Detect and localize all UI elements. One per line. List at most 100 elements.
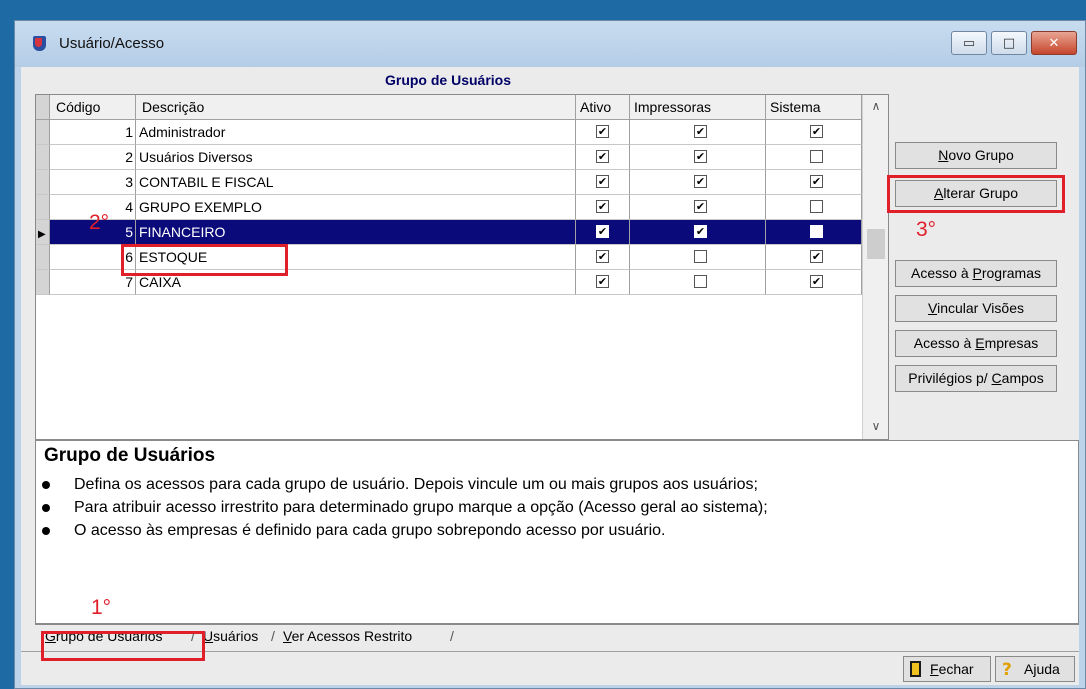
header-indicator-cell <box>36 95 50 119</box>
info-panel: Grupo de Usuários Defina os acessos para… <box>35 440 1079 624</box>
imp-cell: ✔ <box>630 195 766 220</box>
imp-cell: ✔ <box>630 145 766 170</box>
row-indicator-cell[interactable]: ▶ <box>36 220 50 245</box>
impressoras-checkbox[interactable]: ✔ <box>694 200 707 213</box>
row-indicator-cell[interactable] <box>36 170 50 195</box>
sistema-checkbox[interactable]: ✔ <box>810 125 823 138</box>
tab-separator: / <box>191 628 195 644</box>
vincular-visoes-button[interactable]: Vincular Visões <box>895 295 1057 322</box>
checkmark-icon: ✔ <box>811 250 822 263</box>
imp-cell: ✔ <box>630 170 766 195</box>
exit-door-icon <box>910 661 921 677</box>
info-item: Para atribuir acesso irrestrito para det… <box>42 499 768 517</box>
column-header-descricao[interactable]: Descrição <box>136 95 576 119</box>
table-row[interactable]: ▶ 5 FINANCEIRO ✔ ✔ <box>36 220 862 245</box>
impressoras-checkbox[interactable]: ✔ <box>694 125 707 138</box>
ativo-checkbox[interactable]: ✔ <box>596 200 609 213</box>
tab-separator: / <box>450 628 454 644</box>
table-row[interactable]: 7 CAIXA ✔ ✔ <box>36 270 862 295</box>
impressoras-checkbox[interactable] <box>694 250 707 263</box>
row-indicator-cell[interactable] <box>36 270 50 295</box>
ativo-checkbox[interactable]: ✔ <box>596 175 609 188</box>
checkmark-icon: ✔ <box>597 175 608 188</box>
checkmark-icon: ✔ <box>695 225 706 238</box>
ativo-checkbox[interactable]: ✔ <box>596 125 609 138</box>
column-header-ativo[interactable]: Ativo <box>576 95 630 119</box>
tab-strip: Grupo de Usuários / Usuários / Ver Acess… <box>35 624 1079 649</box>
ativo-checkbox[interactable]: ✔ <box>596 150 609 163</box>
annotation-label-2: 2° <box>89 211 110 234</box>
impressoras-checkbox[interactable]: ✔ <box>694 175 707 188</box>
sis-cell: ✔ <box>766 120 862 145</box>
impressoras-checkbox[interactable]: ✔ <box>694 225 707 238</box>
checkmark-icon: ✔ <box>597 250 608 263</box>
grid-scrollbar[interactable]: ∧ ∨ <box>862 95 888 439</box>
impressoras-checkbox[interactable]: ✔ <box>694 150 707 163</box>
sistema-checkbox[interactable]: ✔ <box>810 175 823 188</box>
scroll-up-icon[interactable]: ∧ <box>863 95 888 117</box>
table-row[interactable]: 2 Usuários Diversos ✔ ✔ <box>36 145 862 170</box>
table-row[interactable]: 1 Administrador ✔ ✔ ✔ <box>36 120 862 145</box>
checkmark-icon: ✔ <box>695 200 706 213</box>
table-row[interactable]: 3 CONTABIL E FISCAL ✔ ✔ ✔ <box>36 170 862 195</box>
maximize-button[interactable]: □ <box>991 31 1027 55</box>
window-title: Usuário/Acesso <box>59 35 165 52</box>
tab-ver-acessos-restrito[interactable]: Ver Acessos Restrito <box>283 625 412 647</box>
ativo-checkbox[interactable]: ✔ <box>596 225 609 238</box>
fechar-button[interactable]: Fechar <box>903 656 991 682</box>
descricao-cell: GRUPO EXEMPLO <box>136 195 576 220</box>
groups-grid[interactable]: Código Descrição Ativo Impressoras Siste… <box>35 94 889 440</box>
acesso-empresas-button[interactable]: Acesso à Empresas <box>895 330 1057 357</box>
codigo-cell: 7 <box>50 270 136 295</box>
minimize-button[interactable]: ▭ <box>951 31 987 55</box>
privilegios-campos-button[interactable]: Privilégios p/ Campos <box>895 365 1057 392</box>
checkmark-icon: ✔ <box>597 150 608 163</box>
checkmark-icon: ✔ <box>597 200 608 213</box>
row-indicator-cell[interactable] <box>36 145 50 170</box>
main-window: Usuário/Acesso ▭ □ ✕ Grupo de Usuários C… <box>14 20 1086 689</box>
ativo-cell: ✔ <box>576 270 630 295</box>
tab-grupo-de-usuarios[interactable]: Grupo de Usuários <box>45 625 163 647</box>
grid-caption: Grupo de Usuários <box>384 72 512 88</box>
info-title: Grupo de Usuários <box>44 445 216 466</box>
table-row[interactable]: 6 ESTOQUE ✔ ✔ <box>36 245 862 270</box>
scroll-thumb[interactable] <box>867 229 885 259</box>
ativo-checkbox[interactable]: ✔ <box>596 275 609 288</box>
checkmark-icon: ✔ <box>597 225 608 238</box>
sistema-checkbox[interactable] <box>810 200 823 213</box>
ativo-cell: ✔ <box>576 120 630 145</box>
sistema-checkbox[interactable]: ✔ <box>810 275 823 288</box>
novo-grupo-button[interactable]: Novo Grupo <box>895 142 1057 169</box>
sis-cell: ✔ <box>766 170 862 195</box>
sistema-checkbox[interactable]: ✔ <box>810 250 823 263</box>
descricao-cell: Usuários Diversos <box>136 145 576 170</box>
info-item: Defina os acessos para cada grupo de usu… <box>42 476 758 494</box>
ativo-checkbox[interactable]: ✔ <box>596 250 609 263</box>
column-header-impressoras[interactable]: Impressoras <box>630 95 766 119</box>
acesso-programas-button[interactable]: Acesso à Programas <box>895 260 1057 287</box>
app-shield-icon <box>33 36 46 51</box>
imp-cell <box>630 270 766 295</box>
tab-usuarios[interactable]: Usuários <box>203 625 258 647</box>
alterar-grupo-button[interactable]: Alterar Grupo <box>895 180 1057 207</box>
column-header-sistema[interactable]: Sistema <box>766 95 862 119</box>
sis-cell: ✔ <box>766 270 862 295</box>
close-icon: ✕ <box>1048 35 1060 51</box>
descricao-cell: CAIXA <box>136 270 576 295</box>
table-row[interactable]: 4 GRUPO EXEMPLO ✔ ✔ <box>36 195 862 220</box>
sistema-checkbox[interactable] <box>810 225 823 238</box>
ajuda-button[interactable]: ? Ajuda <box>995 656 1075 682</box>
column-header-codigo[interactable]: Código <box>50 95 136 119</box>
row-indicator-cell[interactable] <box>36 195 50 220</box>
imp-cell: ✔ <box>630 220 766 245</box>
close-button[interactable]: ✕ <box>1031 31 1077 55</box>
scroll-down-icon[interactable]: ∨ <box>863 415 888 437</box>
row-indicator-cell[interactable] <box>36 120 50 145</box>
title-bar[interactable]: Usuário/Acesso ▭ □ ✕ <box>15 21 1085 67</box>
checkmark-icon: ✔ <box>811 275 822 288</box>
client-area: Grupo de Usuários Código Descrição Ativo… <box>21 67 1079 685</box>
row-indicator-cell[interactable] <box>36 245 50 270</box>
sis-cell <box>766 220 862 245</box>
sistema-checkbox[interactable] <box>810 150 823 163</box>
impressoras-checkbox[interactable] <box>694 275 707 288</box>
